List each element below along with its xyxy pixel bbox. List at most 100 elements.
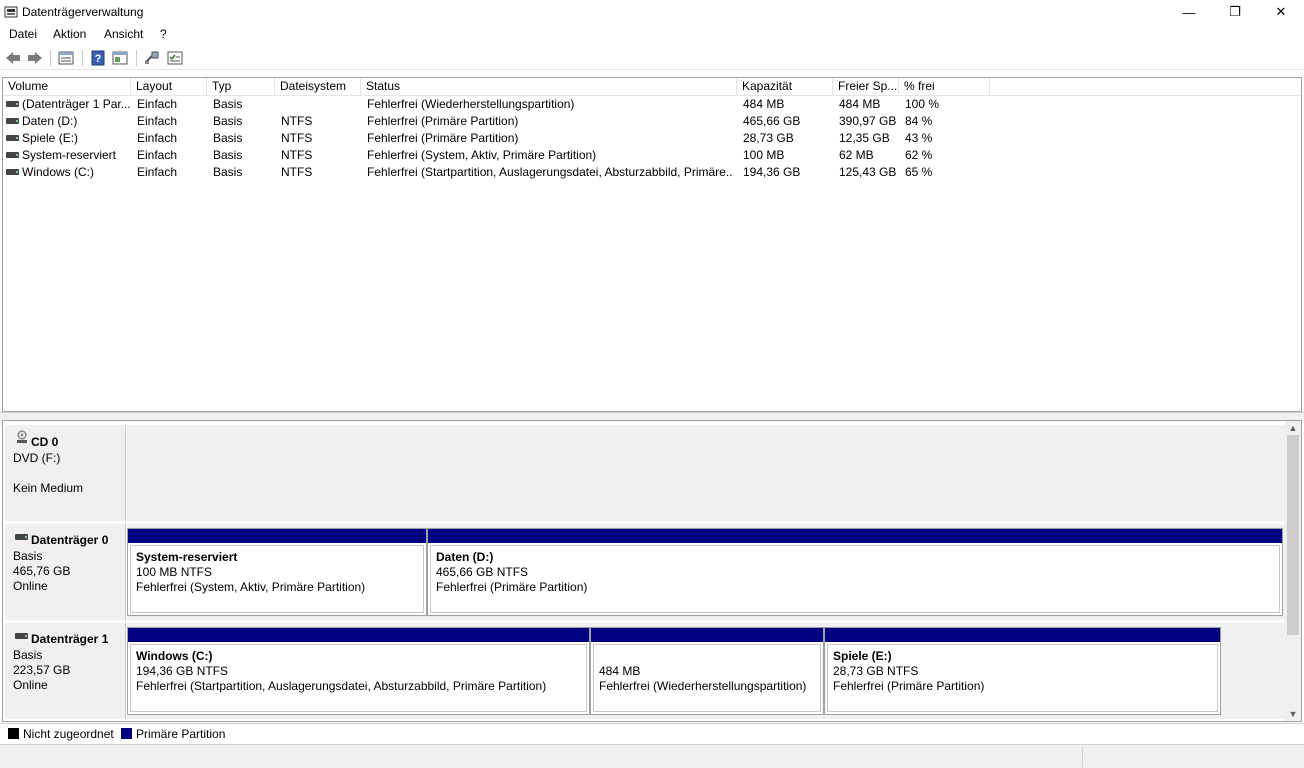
minimize-button[interactable]: — <box>1166 0 1212 24</box>
table-row[interactable]: Spiele (E:) Einfach Basis NTFS Fehlerfre… <box>3 130 1301 147</box>
disk-type: Basis <box>13 549 43 563</box>
cell-volume: Daten (D:) <box>22 114 78 128</box>
toolbar-separator <box>136 50 137 66</box>
cell-capacity: 100 MB <box>743 148 785 162</box>
cell-layout: Einfach <box>137 165 178 179</box>
help-topics-icon[interactable] <box>111 49 129 67</box>
window-title: Datenträgerverwaltung <box>22 5 144 19</box>
menu-aktion[interactable]: Aktion <box>53 27 86 41</box>
legend-swatch-primary <box>121 728 132 739</box>
column-header-capacity[interactable]: Kapazität <box>737 78 833 96</box>
disk-label-disk1[interactable]: Datenträger 1 Basis 223,57 GB Online <box>5 623 126 719</box>
close-button[interactable]: ✕ <box>1258 0 1304 24</box>
svg-text:?: ? <box>95 53 102 65</box>
volume-list[interactable]: Volume Layout Typ Dateisystem Status Kap… <box>2 77 1302 412</box>
title-bar: Datenträgerverwaltung — ❐ ✕ <box>0 0 1304 24</box>
legend-label-primary: Primäre Partition <box>136 727 226 741</box>
partition-body: Spiele (E:) 28,73 GB NTFS Fehlerfrei (Pr… <box>827 644 1218 712</box>
partition-status: Fehlerfrei (System, Aktiv, Primäre Parti… <box>136 580 366 594</box>
scroll-thumb[interactable] <box>1287 435 1299 635</box>
column-header-filesystem[interactable]: Dateisystem <box>275 78 361 96</box>
partition-body: Windows (C:) 194,36 GB NTFS Fehlerfrei (… <box>130 644 587 712</box>
column-header-layout[interactable]: Layout <box>131 78 207 96</box>
cell-status: Fehlerfrei (System, Aktiv, Primäre Parti… <box>367 148 597 162</box>
menu-ansicht[interactable]: Ansicht <box>104 27 143 41</box>
column-header-free-space[interactable]: Freier Sp... <box>833 78 899 96</box>
vertical-scrollbar[interactable]: ▲ ▼ <box>1285 421 1301 721</box>
column-header-type[interactable]: Typ <box>207 78 275 96</box>
table-row[interactable]: System-reserviert Einfach Basis NTFS Feh… <box>3 147 1301 164</box>
maximize-button[interactable]: ❐ <box>1212 0 1258 24</box>
help-icon[interactable]: ? <box>89 49 107 67</box>
partition-status: Fehlerfrei (Wiederherstellungspartition) <box>599 679 807 693</box>
partition-recovery[interactable]: 484 MB Fehlerfrei (Wiederherstellungspar… <box>590 627 824 715</box>
column-header-percent-free[interactable]: % frei <box>899 78 990 96</box>
cell-status: Fehlerfrei (Primäre Partition) <box>367 114 519 128</box>
legend: Nicht zugeordnet Primäre Partition <box>0 723 1304 743</box>
partition-size: 194,36 GB NTFS <box>136 664 229 678</box>
back-arrow-icon[interactable] <box>4 49 22 67</box>
table-row[interactable]: Windows (C:) Einfach Basis NTFS Fehlerfr… <box>3 164 1301 181</box>
partition-bar <box>825 628 1220 642</box>
menu-bar: Datei Aktion Ansicht ? <box>0 24 1304 44</box>
column-header-status[interactable]: Status <box>361 78 737 96</box>
disk-name: Datenträger 0 <box>31 533 109 547</box>
cell-layout: Einfach <box>137 131 178 145</box>
cd-drive-icon <box>17 430 27 443</box>
partition-bar <box>428 529 1282 543</box>
partition-bar <box>128 529 426 543</box>
scroll-down-arrow-icon[interactable]: ▼ <box>1285 707 1301 721</box>
status-bar <box>0 744 1304 768</box>
cell-free-space: 62 MB <box>839 148 874 162</box>
volume-icon <box>6 101 19 107</box>
check-list-icon[interactable] <box>166 49 184 67</box>
scroll-up-arrow-icon[interactable]: ▲ <box>1285 421 1301 435</box>
cell-capacity: 194,36 GB <box>743 165 801 179</box>
disk-state: Online <box>13 678 48 692</box>
table-row[interactable]: (Datenträger 1 Par... Einfach Basis Fehl… <box>3 96 1301 113</box>
cell-percent-free: 43 % <box>905 131 933 145</box>
partition-spiele[interactable]: Spiele (E:) 28,73 GB NTFS Fehlerfrei (Pr… <box>824 627 1221 715</box>
partition-windows[interactable]: Windows (C:) 194,36 GB NTFS Fehlerfrei (… <box>127 627 590 715</box>
forward-arrow-icon[interactable] <box>26 49 44 67</box>
disk-state: Online <box>13 579 48 593</box>
cell-filesystem: NTFS <box>281 114 313 128</box>
list-header: Volume Layout Typ Dateisystem Status Kap… <box>3 78 1301 96</box>
partition-title: Windows (C:) <box>136 649 213 663</box>
cell-status: Fehlerfrei (Primäre Partition) <box>367 131 519 145</box>
partition-size: 100 MB NTFS <box>136 565 213 579</box>
menu-datei[interactable]: Datei <box>9 27 37 41</box>
disk-pane[interactable]: CD 0 DVD (F:) Kein Medium Datenträger 0 … <box>2 420 1302 722</box>
partition-size: 465,66 GB NTFS <box>436 565 529 579</box>
menu-help[interactable]: ? <box>160 27 167 41</box>
cell-percent-free: 84 % <box>905 114 933 128</box>
partition-bar <box>591 628 823 642</box>
cell-volume: (Datenträger 1 Par... <box>22 97 130 111</box>
disk-size: 223,57 GB <box>13 663 71 677</box>
cell-free-space: 12,35 GB <box>839 131 890 145</box>
table-row[interactable]: Daten (D:) Einfach Basis NTFS Fehlerfrei… <box>3 113 1301 130</box>
partition-status: Fehlerfrei (Primäre Partition) <box>833 679 985 693</box>
partition-daten[interactable]: Daten (D:) 465,66 GB NTFS Fehlerfrei (Pr… <box>427 528 1283 616</box>
disk-label-cd0[interactable]: CD 0 DVD (F:) Kein Medium <box>5 425 126 521</box>
partition-system-reserved[interactable]: System-reserviert 100 MB NTFS Fehlerfrei… <box>127 528 427 616</box>
partition-title: System-reserviert <box>136 550 238 564</box>
pane-splitter[interactable] <box>0 412 1304 420</box>
volume-icon <box>6 169 19 175</box>
cell-type: Basis <box>213 97 243 111</box>
disk-type: Basis <box>13 648 43 662</box>
partition-size: 484 MB <box>599 664 641 678</box>
properties-list-icon[interactable] <box>57 49 75 67</box>
connect-icon[interactable] <box>143 49 161 67</box>
cell-layout: Einfach <box>137 97 178 111</box>
partition-body: System-reserviert 100 MB NTFS Fehlerfrei… <box>130 545 424 613</box>
cell-filesystem: NTFS <box>281 131 313 145</box>
disk-label-disk0[interactable]: Datenträger 0 Basis 465,76 GB Online <box>5 524 126 620</box>
legend-label-unallocated: Nicht zugeordnet <box>23 727 114 741</box>
column-header-volume[interactable]: Volume <box>3 78 131 96</box>
cell-capacity: 484 MB <box>743 97 785 111</box>
cell-capacity: 28,73 GB <box>743 131 794 145</box>
cd0-area[interactable] <box>127 425 1285 521</box>
status-separator <box>1082 747 1083 767</box>
disk-name: Datenträger 1 <box>31 632 109 646</box>
